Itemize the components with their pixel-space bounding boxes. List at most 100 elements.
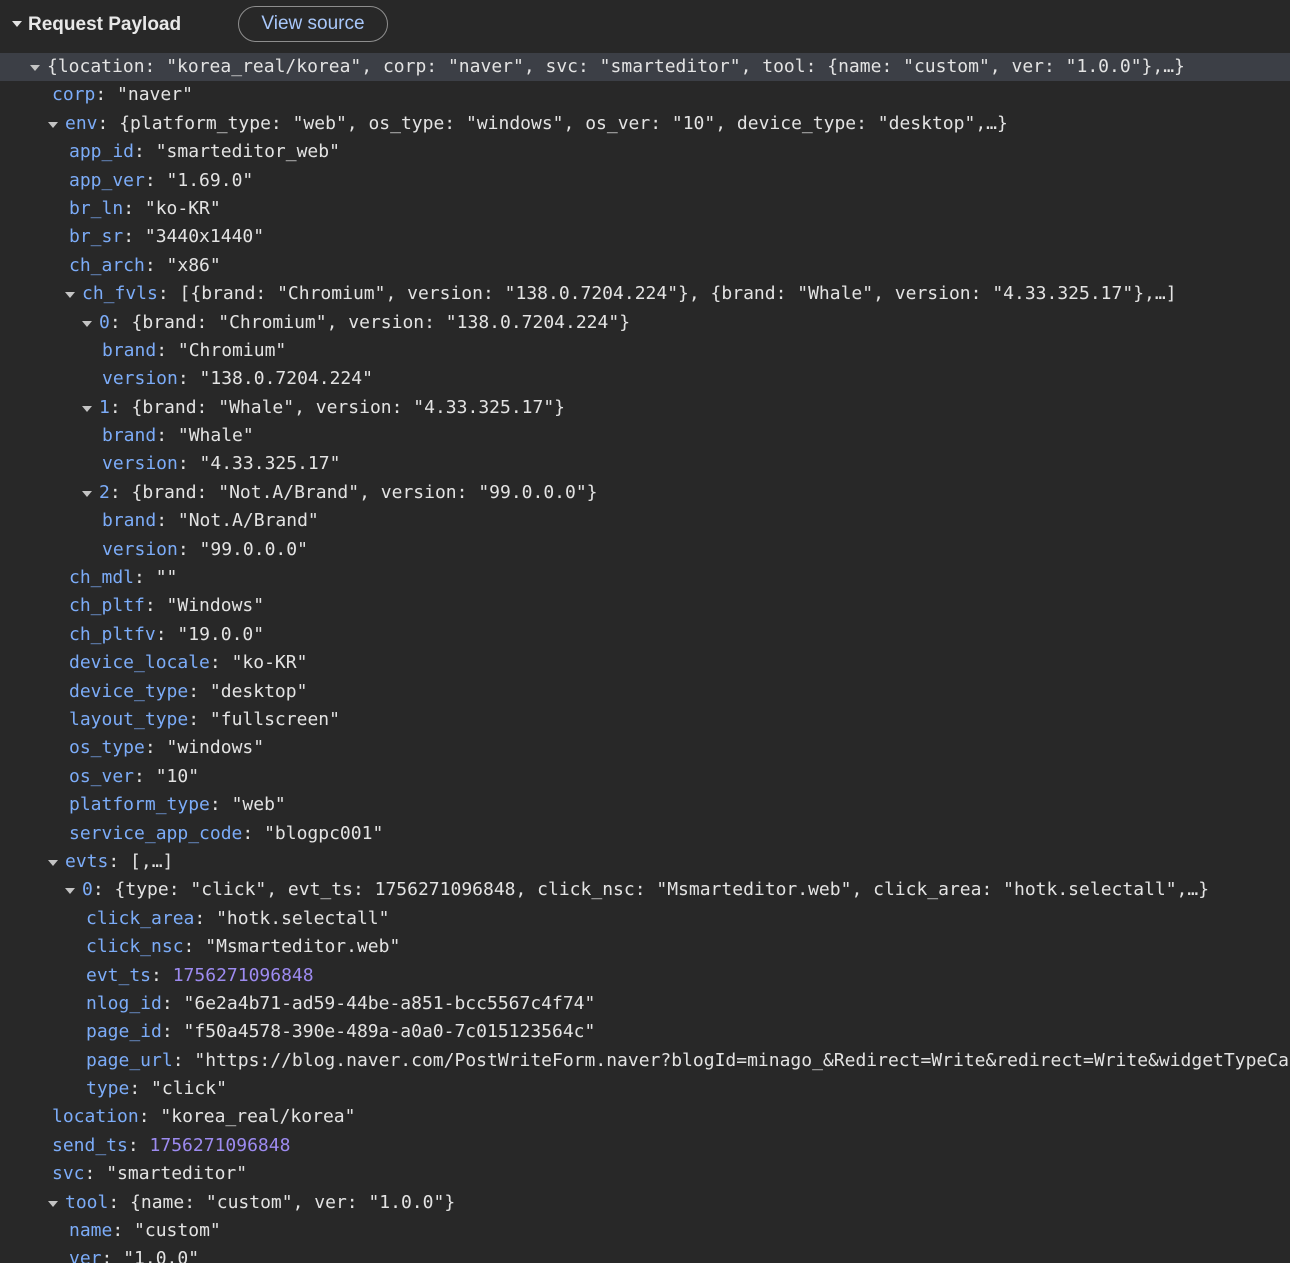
expand-triangle-icon[interactable] xyxy=(65,292,75,299)
expand-triangle-icon[interactable] xyxy=(65,888,75,895)
property-key: ch_pltfv xyxy=(69,623,156,645)
tree-node-row[interactable]: 0: {brand: "Chromium", version: "138.0.7… xyxy=(0,309,1290,337)
tree-node-row[interactable]: ch_fvls: [{brand: "Chromium", version: "… xyxy=(0,280,1290,308)
tree-row-text[interactable]: service_app_code: "blogpc001" xyxy=(69,820,383,848)
object-summary: {location: "korea_real/korea", corp: "na… xyxy=(47,56,1185,77)
expand-triangle-icon[interactable] xyxy=(48,121,58,128)
tree-row-text[interactable]: brand: "Not.A/Brand" xyxy=(102,507,319,535)
tree-root-row[interactable]: {location: "korea_real/korea", corp: "na… xyxy=(0,53,1290,82)
expand-triangle-icon[interactable] xyxy=(82,320,92,327)
tree-row-text[interactable]: app_ver: "1.69.0" xyxy=(69,167,253,195)
tree-row-text[interactable]: device_type: "desktop" xyxy=(69,678,307,706)
tree-row-text[interactable]: {location: "korea_real/korea", corp: "na… xyxy=(47,53,1185,81)
property-key: svc xyxy=(52,1163,85,1185)
tree-row-text[interactable]: ch_pltf: "Windows" xyxy=(69,592,264,620)
view-source-button[interactable]: View source xyxy=(238,6,388,42)
tree-row-text[interactable]: ver: "1.0.0" xyxy=(69,1245,199,1263)
string-value: "blogpc001" xyxy=(264,822,384,844)
string-value: "smarteditor" xyxy=(106,1163,248,1185)
tree-property-row: app_ver: "1.69.0" xyxy=(0,167,1290,195)
tree-row-text[interactable]: tool: {name: "custom", ver: "1.0.0"} xyxy=(65,1189,455,1217)
tree-row-text[interactable]: 0: {type: "click", evt_ts: 1756271096848… xyxy=(82,876,1209,904)
tree-node-row[interactable]: tool: {name: "custom", ver: "1.0.0"} xyxy=(0,1189,1290,1217)
property-key: click_nsc xyxy=(86,936,184,958)
tree-row-text[interactable]: device_locale: "ko-KR" xyxy=(69,649,307,677)
tree-property-row: service_app_code: "blogpc001" xyxy=(0,820,1290,848)
tree-row-text[interactable]: env: {platform_type: "web", os_type: "wi… xyxy=(65,110,1008,138)
expand-triangle-icon[interactable] xyxy=(48,1200,58,1207)
tree-row-text[interactable]: evts: [,…] xyxy=(65,848,173,876)
property-key: os_type xyxy=(69,737,145,759)
tree-row-text[interactable]: location: "korea_real/korea" xyxy=(52,1103,355,1131)
tree-row-text[interactable]: page_id: "f50a4578-390e-489a-a0a0-7c0151… xyxy=(86,1018,595,1046)
tree-row-text[interactable]: page_url: "https://blog.naver.com/PostWr… xyxy=(86,1047,1290,1075)
string-value: "Windows" xyxy=(166,595,265,617)
property-key: page_url xyxy=(86,1049,173,1071)
expand-triangle-icon[interactable] xyxy=(82,490,92,497)
tree-row-text[interactable]: 2: {brand: "Not.A/Brand", version: "99.0… xyxy=(99,479,598,507)
key-separator: : xyxy=(156,510,178,532)
tree-property-row: page_url: "https://blog.naver.com/PostWr… xyxy=(0,1047,1290,1075)
tree-row-text[interactable]: os_type: "windows" xyxy=(69,734,264,762)
tree-row-text[interactable]: platform_type: "web" xyxy=(69,791,286,819)
tree-row-text[interactable]: type: "click" xyxy=(86,1075,227,1103)
tree-node-row[interactable]: 1: {brand: "Whale", version: "4.33.325.1… xyxy=(0,394,1290,422)
string-value: "Chromium" xyxy=(177,339,287,361)
tree-row-text[interactable]: ch_fvls: [{brand: "Chromium", version: "… xyxy=(82,280,1177,308)
key-separator: : xyxy=(144,169,167,191)
key-separator: : xyxy=(161,992,184,1014)
tree-row-text[interactable]: 1: {brand: "Whale", version: "4.33.325.1… xyxy=(99,394,565,422)
tree-row-text[interactable]: app_id: "smarteditor_web" xyxy=(69,138,340,166)
tree-node-row[interactable]: env: {platform_type: "web", os_type: "wi… xyxy=(0,110,1290,138)
key-separator: : xyxy=(109,396,132,418)
tree-row-text[interactable]: version: "4.33.325.17" xyxy=(102,450,340,478)
tree-row-text[interactable]: name: "custom" xyxy=(69,1217,221,1245)
tree-node-row[interactable]: 0: {type: "click", evt_ts: 1756271096848… xyxy=(0,876,1290,904)
tree-row-text[interactable]: nlog_id: "6e2a4b71-ad59-44be-a851-bcc556… xyxy=(86,990,595,1018)
key-separator: : xyxy=(108,1191,131,1213)
tree-row-text[interactable]: br_ln: "ko-KR" xyxy=(69,195,221,223)
expand-triangle-icon[interactable] xyxy=(82,405,92,412)
tree-row-text[interactable]: click_nsc: "Msmarteditor.web" xyxy=(86,933,400,961)
key-separator: : xyxy=(156,339,178,361)
tree-row-text[interactable]: evt_ts: 1756271096848 xyxy=(86,962,314,990)
tree-row-text[interactable]: version: "99.0.0.0" xyxy=(102,536,308,564)
tree-row-text[interactable]: send_ts: 1756271096848 xyxy=(52,1132,290,1160)
tree-row-text[interactable]: corp: "naver" xyxy=(52,81,193,109)
tree-row-text[interactable]: version: "138.0.7204.224" xyxy=(102,365,373,393)
string-value: "windows" xyxy=(166,737,265,759)
collapse-triangle-icon[interactable] xyxy=(12,21,22,27)
tree-row-text[interactable]: ch_mdl: "" xyxy=(69,564,177,592)
tree-row-text[interactable]: layout_type: "fullscreen" xyxy=(69,706,340,734)
tree-row-text[interactable]: svc: "smarteditor" xyxy=(52,1160,247,1188)
property-key: env xyxy=(65,112,98,134)
tree-property-row: brand: "Not.A/Brand" xyxy=(0,507,1290,535)
tree-row-text[interactable]: os_ver: "10" xyxy=(69,763,199,791)
tree-property-row: os_ver: "10" xyxy=(0,763,1290,791)
property-key: name xyxy=(69,1220,113,1242)
property-key: layout_type xyxy=(69,708,189,730)
key-separator: : xyxy=(144,595,167,617)
string-value: "99.0.0.0" xyxy=(199,538,308,560)
tree-node-row[interactable]: 2: {brand: "Not.A/Brand", version: "99.0… xyxy=(0,479,1290,507)
object-summary: {name: "custom", ver: "1.0.0"} xyxy=(130,1191,456,1213)
tree-row-text[interactable]: 0: {brand: "Chromium", version: "138.0.7… xyxy=(99,309,630,337)
key-separator: : xyxy=(92,879,115,901)
property-key: 0 xyxy=(82,879,93,901)
key-separator: : xyxy=(188,708,210,730)
key-separator: : xyxy=(109,481,132,503)
expand-triangle-icon[interactable] xyxy=(30,65,40,71)
tree-row-text[interactable]: brand: "Whale" xyxy=(102,422,254,450)
key-separator: : xyxy=(183,936,206,958)
section-title[interactable]: Request Payload xyxy=(28,12,181,38)
tree-node-row[interactable]: evts: [,…] xyxy=(0,848,1290,876)
string-value: "desktop" xyxy=(209,680,308,702)
tree-row-text[interactable]: click_area: "hotk.selectall" xyxy=(86,905,389,933)
property-key: evt_ts xyxy=(86,964,152,986)
tree-row-text[interactable]: br_sr: "3440x1440" xyxy=(69,223,264,251)
tree-row-text[interactable]: brand: "Chromium" xyxy=(102,337,286,365)
tree-row-text[interactable]: ch_pltfv: "19.0.0" xyxy=(69,621,264,649)
expand-triangle-icon[interactable] xyxy=(48,859,58,866)
string-value: "click" xyxy=(151,1078,227,1100)
tree-row-text[interactable]: ch_arch: "x86" xyxy=(69,252,221,280)
